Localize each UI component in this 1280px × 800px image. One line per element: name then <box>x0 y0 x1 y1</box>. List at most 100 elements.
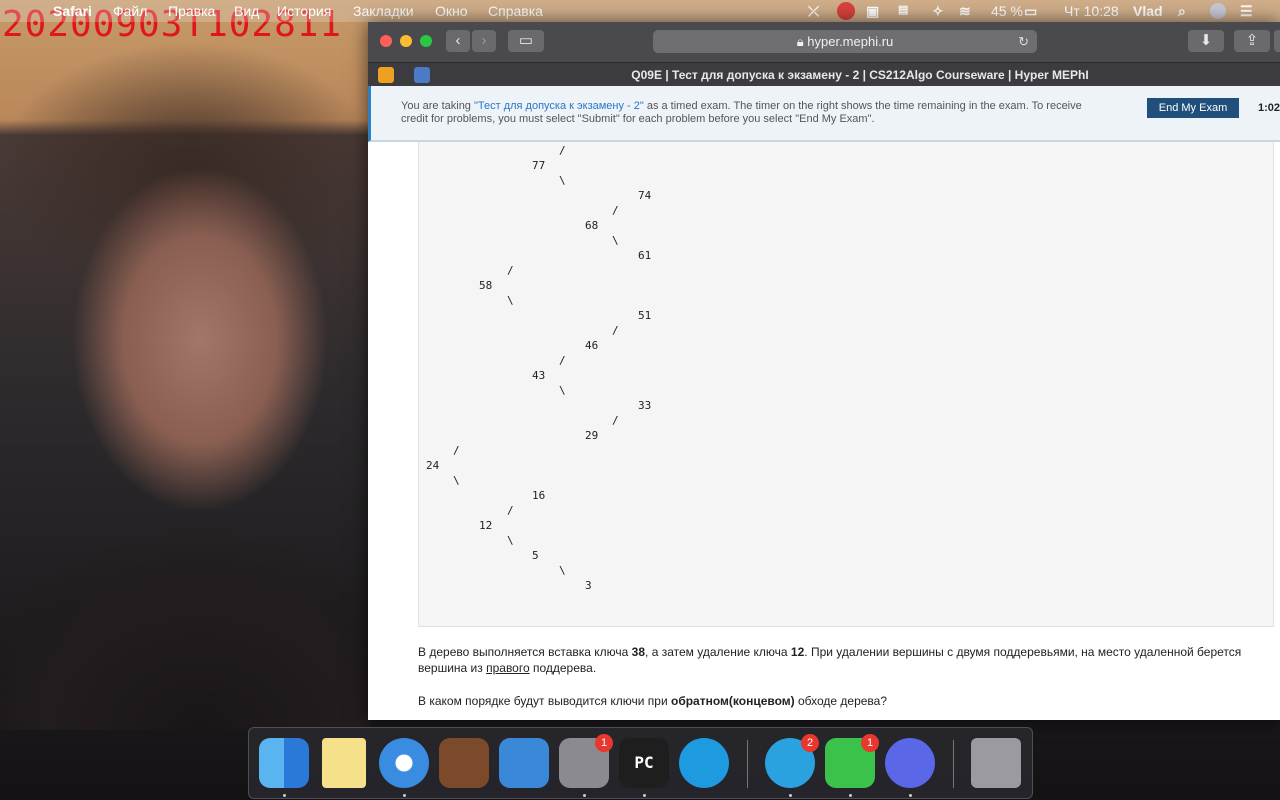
safari-window: ‹ › ▭ 🔒︎ hyper.mephi.ru ↻ ⬇ ⇪ Q09E | Тес… <box>368 22 1280 720</box>
finder-icon[interactable] <box>259 738 309 788</box>
menu-app-safari[interactable]: Safari <box>53 3 92 19</box>
messages-icon[interactable]: 1 <box>825 734 879 788</box>
skype-icon[interactable] <box>679 738 729 788</box>
menu-bar: Safari Файл Правка Вид История Закладки … <box>0 0 1280 22</box>
tree-node: 74 <box>638 189 652 202</box>
tree-edge: / <box>559 354 566 367</box>
menu-window[interactable]: Окно <box>435 3 468 19</box>
address-bar[interactable]: 🔒︎ hyper.mephi.ru ↻ <box>653 30 1037 53</box>
pinned-tab-chat-icon[interactable] <box>414 67 430 83</box>
running-indicator <box>283 794 286 797</box>
tree-node: 12 <box>479 519 493 532</box>
downloads-icon[interactable]: ⬇ <box>1188 30 1224 52</box>
siri-icon[interactable] <box>1210 3 1226 19</box>
pycharm-label: PC <box>634 753 654 772</box>
banner-text: You are taking "Тест для допуска к экзам… <box>401 100 1091 126</box>
tree-node: 46 <box>585 339 599 352</box>
new-tab-button[interactable] <box>1274 30 1280 52</box>
tree-edge: / <box>612 324 619 337</box>
active-tab-title[interactable]: Q09E | Тест для допуска к экзамену - 2 |… <box>440 68 1280 82</box>
question-paragraph-2: В каком порядке будут выводится ключи пр… <box>418 693 1248 709</box>
minimize-window-button[interactable] <box>400 35 412 47</box>
tree-node: 33 <box>638 399 652 412</box>
reload-icon[interactable]: ↻ <box>1018 30 1029 53</box>
tree-edge: / <box>507 504 514 517</box>
menu-history[interactable]: История <box>277 3 331 19</box>
battery-icon[interactable]: ▭ <box>1024 3 1037 20</box>
tree-edge: \ <box>507 294 514 307</box>
tree-edge: \ <box>559 384 566 397</box>
preferences-badge: 1 <box>595 734 613 752</box>
wifi-icon[interactable]: ≋ <box>959 3 971 20</box>
notification-icon[interactable]: ▣ <box>866 3 879 20</box>
telegram-icon[interactable]: 2 <box>765 734 819 788</box>
forward-button[interactable]: › <box>472 30 496 52</box>
menu-bookmarks[interactable]: Закладки <box>353 3 414 19</box>
tree-node: 29 <box>585 429 599 442</box>
menu-view[interactable]: Вид <box>234 3 259 19</box>
maximize-window-button[interactable] <box>420 35 432 47</box>
tree-edge: / <box>612 204 619 217</box>
question-text: В дерево выполняется вставка ключа <box>418 645 632 659</box>
dock-separator <box>953 740 954 788</box>
person-shirt <box>0 470 370 730</box>
exam-link[interactable]: "Тест для допуска к экзамену - 2" <box>474 100 644 112</box>
trash-icon[interactable] <box>971 738 1021 788</box>
tab-bar: Q09E | Тест для допуска к экзамену - 2 |… <box>368 62 1280 87</box>
vpn-off-icon[interactable]: ⤫ <box>808 3 819 20</box>
input-source-flag-icon[interactable]: ▤ <box>898 3 908 16</box>
bluetooth-icon[interactable]: ✧ <box>932 3 944 20</box>
system-preferences-icon[interactable]: 1 <box>559 734 613 788</box>
xcode-icon[interactable] <box>499 738 549 788</box>
menu-file[interactable]: Файл <box>113 3 147 19</box>
tree-edge: \ <box>453 474 460 487</box>
user-name[interactable]: Vlad <box>1133 3 1163 19</box>
clock[interactable]: Чт 10:28 <box>1064 3 1119 19</box>
dock-separator <box>747 740 748 788</box>
tree-edge: / <box>612 414 619 427</box>
tree-edge: \ <box>612 234 619 247</box>
running-indicator <box>909 794 912 797</box>
page-content: / 77 \ 74 / 68 \ 61 / 58 \ 51 / 46 / 43 \ 33 / 29 / 24 \ 16 / 12 \… <box>368 142 1280 720</box>
tree-node: 58 <box>479 279 493 292</box>
running-indicator <box>789 794 792 797</box>
safari-icon[interactable] <box>379 738 429 788</box>
end-exam-button[interactable]: End My Exam <box>1147 98 1239 118</box>
question-text: , а затем удаление ключа <box>645 645 791 659</box>
running-indicator <box>849 794 852 797</box>
tree-edge: \ <box>507 534 514 547</box>
url-text: hyper.mephi.ru <box>807 34 894 49</box>
back-button[interactable]: ‹ <box>446 30 470 52</box>
question-text: поддерева. <box>529 661 597 675</box>
discord-icon[interactable] <box>885 738 935 788</box>
status-app-icon[interactable] <box>837 2 855 20</box>
notes-icon[interactable] <box>322 738 366 788</box>
tree-node: 5 <box>532 549 539 562</box>
spotlight-search-icon[interactable]: ⌕ <box>1178 3 1186 20</box>
menu-help[interactable]: Справка <box>488 3 543 19</box>
close-window-button[interactable] <box>380 35 392 47</box>
tree-node: 77 <box>532 159 546 172</box>
timed-exam-banner: You are taking "Тест для допуска к экзам… <box>368 86 1280 142</box>
running-indicator <box>643 794 646 797</box>
tree-diagram: / 77 \ 74 / 68 \ 61 / 58 \ 51 / 46 / 43 \ 33 / 29 / 24 \ 16 / 12 \… <box>419 142 1273 626</box>
notification-center-icon[interactable]: ☰ <box>1240 3 1253 20</box>
sidebar-toggle-icon[interactable]: ▭ <box>508 30 544 52</box>
tree-node: 68 <box>585 219 599 232</box>
messages-badge: 1 <box>861 734 879 752</box>
pinned-tab-icon[interactable] <box>378 67 394 83</box>
tree-edge: / <box>507 264 514 277</box>
garageband-icon[interactable] <box>439 738 489 788</box>
tree-edge: / <box>453 444 460 457</box>
share-icon[interactable]: ⇪ <box>1234 30 1270 52</box>
running-indicator <box>403 794 406 797</box>
tree-node: 51 <box>638 309 652 322</box>
tree-node: 61 <box>638 249 652 262</box>
tree-node: 24 <box>426 459 440 472</box>
insert-key: 38 <box>631 645 646 659</box>
pycharm-icon[interactable]: PC <box>619 738 669 788</box>
menu-edit[interactable]: Правка <box>168 3 215 19</box>
question-paragraph-1: В дерево выполняется вставка ключа 38, а… <box>418 644 1248 676</box>
toolbar: ‹ › ▭ 🔒︎ hyper.mephi.ru ↻ ⬇ ⇪ <box>368 22 1280 62</box>
tree-code-block: / 77 \ 74 / 68 \ 61 / 58 \ 51 / 46 / 43 \ 33 / 29 / 24 \ 16 / 12 \… <box>418 142 1274 627</box>
